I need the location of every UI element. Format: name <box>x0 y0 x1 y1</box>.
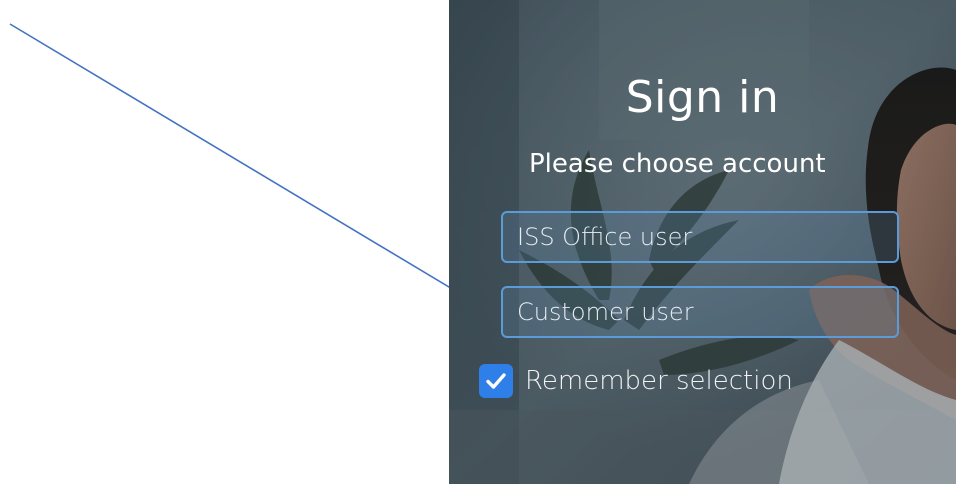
iss-office-user-button[interactable]: ISS Office user <box>501 211 899 263</box>
signin-panel: Sign in Please choose account ISS Office… <box>449 0 956 484</box>
check-icon <box>486 373 506 389</box>
remember-selection-toggle[interactable]: Remember selection <box>479 362 793 400</box>
remember-selection-label: Remember selection <box>525 366 793 396</box>
customer-user-button[interactable]: Customer user <box>501 286 899 338</box>
remember-checkbox[interactable] <box>479 364 513 398</box>
page-title: Sign in <box>625 72 780 123</box>
screenshot-canvas: Sign in Please choose account ISS Office… <box>0 0 956 484</box>
page-subtitle: Please choose account <box>529 149 826 179</box>
